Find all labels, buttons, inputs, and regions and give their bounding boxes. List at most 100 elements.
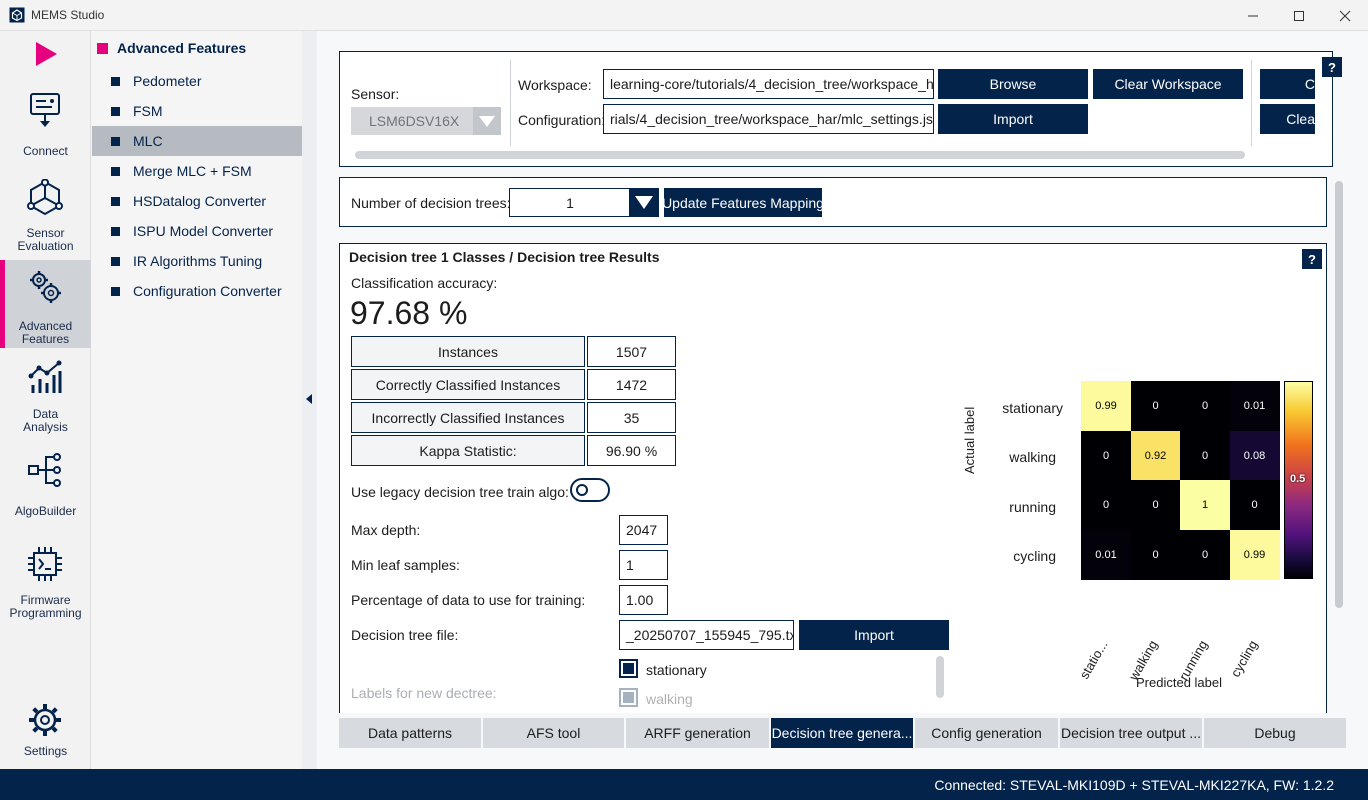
nav-settings[interactable]: Settings — [0, 693, 91, 781]
label-checkbox-stationary[interactable] — [619, 659, 638, 678]
decision-trees-panel: Number of decision trees: 1 Update Featu… — [339, 177, 1327, 227]
cm-cell: 0 — [1130, 480, 1181, 530]
workspace-config-panel: Sensor: LSM6DSV16X Workspace: learning-c… — [339, 51, 1342, 167]
toggle-knob — [576, 484, 588, 496]
configuration-path-field[interactable]: rials/4_decision_tree/workspace_har/mlc_… — [603, 104, 934, 134]
menu-item-merge-mlc-fsm[interactable]: Merge MLC + FSM — [92, 156, 302, 186]
nav-connect[interactable]: Connect — [0, 83, 91, 171]
horizontal-scrollbar[interactable] — [355, 151, 1245, 159]
label-option-stationary: stationary — [646, 662, 707, 678]
cm-cell: 1 — [1180, 480, 1230, 530]
main-vertical-scrollbar[interactable] — [1335, 181, 1343, 608]
menu-item-label: IR Algorithms Tuning — [133, 253, 263, 269]
main-content: Sensor: LSM6DSV16X Workspace: learning-c… — [317, 31, 1368, 769]
menu-item-label: HSDatalog Converter — [133, 193, 267, 209]
nav-data-analysis[interactable]: Data Analysis — [0, 351, 91, 439]
clear-workspace-button[interactable]: Clear Workspace — [1093, 69, 1243, 99]
settings-gear-icon — [29, 704, 61, 736]
menu-item-hsdatalog-converter[interactable]: HSDatalog Converter — [92, 186, 302, 216]
panel-splitter[interactable] — [302, 31, 317, 769]
nav-algobuilder[interactable]: AlgoBuilder — [0, 443, 91, 531]
workspace-path-field[interactable]: learning-core/tutorials/4_decision_tree/… — [603, 69, 934, 99]
cm-cell: 0 — [1229, 480, 1280, 530]
tab-decision-tree-generation[interactable]: Decision tree genera... — [771, 718, 914, 748]
results-help-button[interactable]: ? — [1302, 249, 1322, 269]
label-option-walking: walking — [646, 691, 693, 707]
sensor-label: Sensor: — [351, 86, 400, 102]
decision-tree-file-label: Decision tree file: — [351, 627, 459, 643]
checkbox-mark — [623, 663, 634, 674]
legacy-algo-toggle[interactable] — [570, 478, 610, 502]
status-bar: Connected: STEVAL-MKI109D + STEVAL-MKI22… — [0, 769, 1368, 800]
bullet-icon — [111, 77, 120, 86]
menu-item-label: Pedometer — [133, 73, 202, 89]
close-button[interactable] — [1322, 0, 1368, 31]
menu-item-label: Configuration Converter — [133, 283, 282, 299]
cm-cell: 0.99 — [1229, 529, 1280, 580]
tab-decision-tree-output[interactable]: Decision tree output ... — [1060, 718, 1203, 748]
min-leaf-input[interactable]: 1 — [619, 550, 668, 580]
tool-tabs: Data patterns AFS tool ARFF generation D… — [339, 718, 1347, 748]
collapse-arrow-icon[interactable] — [306, 394, 312, 404]
cm-row-label: running — [1009, 499, 1056, 515]
nav-connect-label: Connect — [23, 144, 68, 158]
menu-item-fsm[interactable]: FSM — [92, 96, 302, 126]
cm-cell: 0 — [1081, 480, 1131, 530]
clipped-button-2[interactable]: Clea — [1260, 104, 1315, 134]
colorbar-tick-label: 0.5 — [1290, 473, 1306, 485]
tab-data-patterns[interactable]: Data patterns — [339, 718, 482, 748]
run-button[interactable] — [0, 31, 91, 76]
menu-item-configuration-converter[interactable]: Configuration Converter — [92, 276, 302, 306]
min-leaf-label: Min leaf samples: — [351, 557, 460, 573]
tab-arff-generation[interactable]: ARFF generation — [626, 718, 770, 748]
sensor-select: LSM6DSV16X — [351, 107, 501, 135]
browse-button[interactable]: Browse — [938, 69, 1088, 99]
connection-status: Connected: STEVAL-MKI109D + STEVAL-MKI22… — [934, 777, 1334, 793]
clipped-button-1[interactable]: C — [1260, 69, 1315, 99]
import-tree-file-button[interactable]: Import — [799, 620, 949, 650]
menu-item-ispu-model-converter[interactable]: ISPU Model Converter — [92, 216, 302, 246]
menu-item-ir-algorithms-tuning[interactable]: IR Algorithms Tuning — [92, 246, 302, 276]
nav-settings-label: Settings — [23, 744, 68, 758]
accuracy-label: Classification accuracy: — [351, 275, 498, 291]
nav-sensor-evaluation[interactable]: Sensor Evaluation — [0, 171, 91, 259]
nav-data-analysis-label-2: Analysis — [23, 420, 68, 434]
cm-cell: 0 — [1180, 381, 1230, 431]
bullet-icon — [111, 137, 120, 146]
import-config-button[interactable]: Import — [938, 104, 1088, 134]
menu-item-pedometer[interactable]: Pedometer — [92, 66, 302, 96]
labels-scrollbar[interactable] — [936, 656, 944, 698]
minimize-icon — [1248, 15, 1258, 16]
bullet-icon — [111, 257, 120, 266]
connect-icon — [30, 93, 60, 127]
maximize-button[interactable] — [1276, 0, 1322, 31]
nav-sensor-evaluation-label-2: Evaluation — [17, 239, 74, 253]
decision-tree-file-field[interactable]: _20250707_155945_795.txt — [619, 620, 794, 650]
stat-label: Instances — [351, 336, 585, 367]
labels-for-new-dectree-label: Labels for new dectree: — [351, 685, 497, 701]
workspace-label: Workspace: — [518, 77, 592, 93]
menu-item-label: FSM — [133, 103, 163, 119]
nav-firmware-programming[interactable]: Firmware Programming — [0, 537, 91, 625]
close-icon — [1339, 10, 1351, 21]
update-features-mapping-button[interactable]: Update Features Mapping — [664, 188, 822, 217]
label-checkbox-walking[interactable] — [619, 688, 638, 707]
nav-advanced-features-label-2: Features — [21, 332, 70, 346]
help-button[interactable]: ? — [1322, 57, 1342, 77]
tab-afs-tool[interactable]: AFS tool — [483, 718, 625, 748]
nav-advanced-features[interactable]: Advanced Features — [0, 260, 91, 348]
num-trees-value: 1 — [566, 194, 574, 211]
minimize-button[interactable] — [1230, 0, 1276, 31]
cm-cell: 0 — [1180, 430, 1230, 481]
chip-icon — [28, 547, 62, 581]
max-depth-label: Max depth: — [351, 522, 421, 538]
tab-config-generation[interactable]: Config generation — [915, 718, 1059, 748]
tab-debug[interactable]: Debug — [1204, 718, 1347, 748]
stat-value: 96.90 % — [587, 435, 676, 466]
num-trees-dropdown-button[interactable] — [629, 188, 659, 217]
cm-cell: 0.01 — [1081, 529, 1131, 580]
app-logo-icon — [9, 7, 25, 23]
menu-item-mlc[interactable]: MLC — [92, 126, 302, 156]
training-percentage-input[interactable]: 1.00 — [619, 585, 668, 615]
max-depth-input[interactable]: 2047 — [619, 515, 668, 545]
